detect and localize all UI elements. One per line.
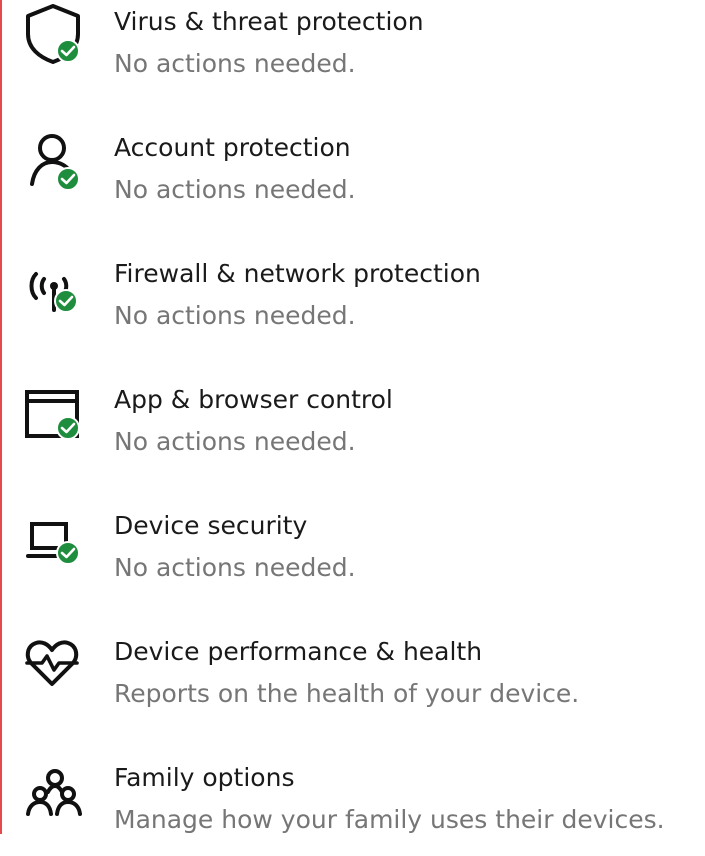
device-check-icon bbox=[22, 510, 86, 574]
item-title: Device performance & health bbox=[114, 637, 483, 666]
item-description: No actions needed. bbox=[114, 427, 356, 456]
item-description: No actions needed. bbox=[114, 553, 356, 582]
list-item-account-protection[interactable]: Account protection No actions needed. bbox=[0, 126, 705, 226]
shield-check-icon bbox=[22, 2, 86, 66]
item-description: Manage how your family uses their device… bbox=[114, 805, 665, 834]
list-item-virus-threat-protection[interactable]: Virus & threat protection No actions nee… bbox=[0, 0, 705, 100]
list-item-firewall-network-protection[interactable]: Firewall & network protection No actions… bbox=[0, 252, 705, 352]
list-item-device-security[interactable]: Device security No actions needed. bbox=[0, 504, 705, 604]
item-title: App & browser control bbox=[114, 385, 393, 414]
person-check-icon bbox=[22, 128, 86, 192]
antenna-check-icon bbox=[22, 254, 86, 318]
item-description: No actions needed. bbox=[114, 301, 356, 330]
item-title: Family options bbox=[114, 763, 295, 792]
app-window-check-icon bbox=[22, 384, 86, 448]
item-description: Reports on the health of your device. bbox=[114, 679, 580, 708]
list-item-device-performance-health[interactable]: Device performance & health Reports on t… bbox=[0, 630, 705, 730]
item-title: Firewall & network protection bbox=[114, 259, 481, 288]
item-description: No actions needed. bbox=[114, 49, 356, 78]
item-title: Device security bbox=[114, 511, 308, 540]
family-icon bbox=[22, 762, 86, 826]
item-title: Virus & threat protection bbox=[114, 7, 424, 36]
item-title: Account protection bbox=[114, 133, 351, 162]
list-item-family-options[interactable]: Family options Manage how your family us… bbox=[0, 756, 705, 856]
list-item-app-browser-control[interactable]: App & browser control No actions needed. bbox=[0, 378, 705, 478]
heart-pulse-icon bbox=[22, 632, 86, 696]
item-description: No actions needed. bbox=[114, 175, 356, 204]
